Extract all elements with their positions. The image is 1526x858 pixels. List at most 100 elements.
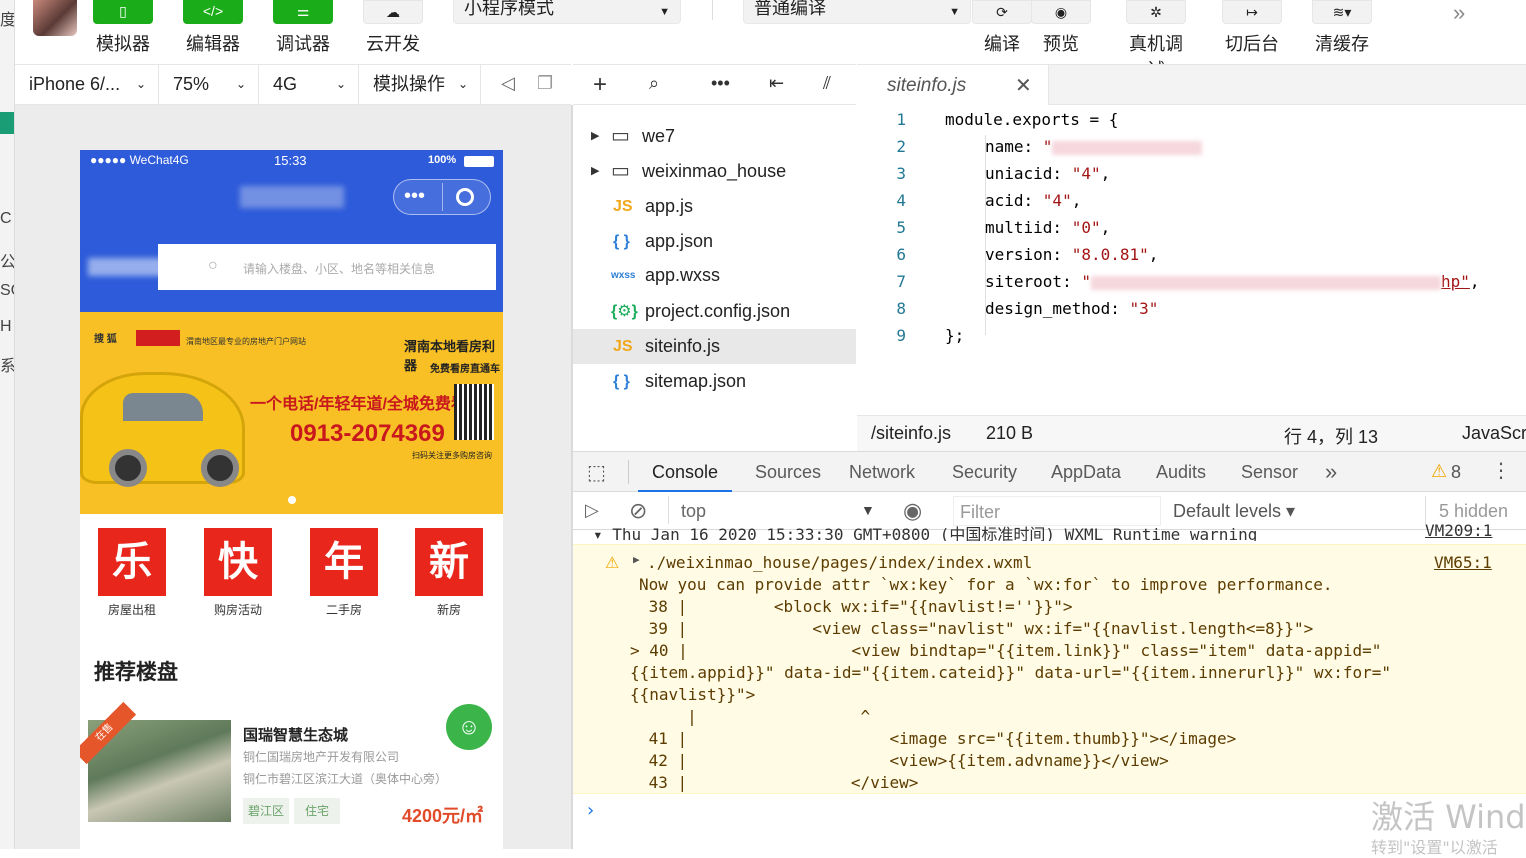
simulate-operation-select[interactable]: 模拟操作 ⌄ <box>359 65 481 104</box>
warning-count[interactable]: 8 <box>1451 462 1461 483</box>
line-number: 6 <box>896 245 906 264</box>
close-target-icon[interactable] <box>456 188 474 206</box>
compile-select-value: 普通编译 <box>754 0 826 18</box>
speaker-icon[interactable]: ◁ <box>501 73 515 94</box>
tree-folder[interactable]: ▶ ▭ we7 <box>573 119 856 154</box>
tab-audits[interactable]: Audits <box>1156 452 1206 492</box>
clear-cache-label: 清缓存 <box>1315 34 1369 54</box>
banner-carousel[interactable]: 搜 狐 渭南地区最专业的房地产门户网站 渭南本地看房利器 免费看房直通车 一个电… <box>80 312 503 514</box>
mode-select[interactable]: 小程序模式 ▼ <box>453 0 681 24</box>
close-icon[interactable]: ✕ <box>1015 73 1032 98</box>
search-input[interactable]: ○ 请输入楼盘、小区、地名等相关信息 <box>158 244 496 290</box>
code-string: "4" <box>1042 191 1072 210</box>
category-item[interactable]: 乐 房屋出租 <box>98 528 166 618</box>
compile-select[interactable]: 普通编译 ▼ <box>743 0 971 24</box>
collapse-panel-icon[interactable]: ⫽ <box>823 73 831 94</box>
tree-file[interactable]: { } sitemap.json <box>573 364 856 399</box>
category-label: 新房 <box>436 603 461 617</box>
sidebar-toggle-icon[interactable]: ▷ <box>585 500 599 521</box>
tree-label: sitemap.json <box>645 371 747 391</box>
zoom-select[interactable]: 75% ⌄ <box>159 65 259 104</box>
status-cursor-position[interactable]: 行 4，列 13 <box>1284 423 1378 449</box>
device-model-select[interactable]: iPhone 6/... ⌄ <box>15 65 159 104</box>
snippet-line: {{navlist}}"> <box>630 685 756 704</box>
kebab-menu-icon[interactable]: ⋮ <box>1491 458 1511 483</box>
preview-button[interactable]: ◉ 预览 <box>1026 0 1096 56</box>
log-levels-select[interactable]: Default levels ▾ <box>1173 501 1295 522</box>
code-key: multiid: <box>985 218 1072 237</box>
network-value: 4G <box>273 74 298 94</box>
clear-cache-button[interactable]: ≋▾ 清缓存 <box>1307 0 1377 56</box>
filter-divider <box>1425 496 1426 524</box>
more-dots-icon[interactable]: ••• <box>404 186 425 206</box>
debugger-button[interactable]: ⚌ 调试器 <box>268 0 338 56</box>
listing-company: 铜仁国瑞房地产开发有限公司 <box>243 750 400 764</box>
outdent-icon[interactable]: ⇤ <box>769 73 784 94</box>
tab-siteinfo[interactable]: siteinfo.js ✕ <box>857 65 1049 105</box>
clipped-text: Thu Jan 16 2020 15:33:30 GMT+0800 (中国标准时… <box>612 525 1258 541</box>
background-button[interactable]: ↦ 切后台 <box>1217 0 1287 56</box>
strip-text: SC <box>0 282 14 299</box>
background-label: 切后台 <box>1225 34 1279 54</box>
tree-file[interactable]: wxss app.wxss <box>573 258 856 293</box>
window-icon[interactable]: ❐ <box>537 73 553 94</box>
phone-nav-bar: ••• <box>80 172 503 222</box>
redacted-value <box>1090 275 1441 290</box>
focus-logo <box>136 330 180 346</box>
tree-folder[interactable]: ▶ ▭ weixinmao_house <box>573 154 856 189</box>
redacted-value <box>1052 140 1203 155</box>
inspect-cursor-icon[interactable]: ⬚ <box>587 460 606 485</box>
tree-file[interactable]: {⚙} project.config.json <box>573 294 856 329</box>
left-window-strip: 度 C 公 SC H 系 <box>0 0 15 849</box>
console-prompt-icon[interactable]: › <box>585 800 596 821</box>
user-avatar[interactable] <box>33 0 77 36</box>
editor-button[interactable]: </> 编辑器 <box>178 0 248 56</box>
category-label: 房屋出租 <box>107 603 156 617</box>
line-number: 5 <box>896 218 906 237</box>
expand-triangle-icon[interactable]: ▶ <box>633 553 640 566</box>
cloud-dev-button[interactable]: ☁ 云开发 <box>358 0 428 56</box>
tab-security[interactable]: Security <box>952 452 1017 492</box>
search-icon[interactable]: ⌕ <box>649 73 659 94</box>
chat-bubble-icon[interactable]: ☺ <box>446 704 492 750</box>
blurred-city[interactable] <box>88 258 164 276</box>
category-item[interactable]: 年 二手房 <box>310 528 378 618</box>
code-string: "8.0.81" <box>1071 245 1149 264</box>
district-tag: 碧江区 <box>243 798 289 824</box>
activation-watermark-sub: 转到"设置"以激活 <box>1371 838 1498 857</box>
more-icon[interactable]: ••• <box>711 73 730 94</box>
source-link[interactable]: VM65:1 <box>1434 553 1492 572</box>
code-string: " <box>1042 137 1053 156</box>
tab-sensor[interactable]: Sensor <box>1241 452 1298 492</box>
status-language[interactable]: JavaScr <box>1462 423 1526 444</box>
capsule-menu[interactable]: ••• <box>393 179 491 215</box>
source-link[interactable]: VM209:1 <box>1425 521 1492 540</box>
tab-sources[interactable]: Sources <box>755 452 821 492</box>
network-select[interactable]: 4G ⌄ <box>259 65 359 104</box>
warning-icon: ⚠ <box>605 553 620 572</box>
tree-file[interactable]: JS app.js <box>573 189 856 224</box>
line-number: 8 <box>896 299 906 318</box>
add-icon[interactable]: + <box>593 71 607 99</box>
simulator-button[interactable]: ▯ 模拟器 <box>88 0 158 56</box>
tree-file[interactable]: { } app.json <box>573 224 856 259</box>
listing-card[interactable]: 在售 国瑞智慧生态城 铜仁国瑞房地产开发有限公司 铜仁市碧江区滨江大道（奥体中心… <box>80 701 498 840</box>
js-file-icon: JS <box>613 198 633 215</box>
more-tabs-icon[interactable]: » <box>1325 452 1337 492</box>
tab-console[interactable]: Console <box>638 452 733 492</box>
category-label: 购房活动 <box>213 603 262 617</box>
tab-network[interactable]: Network <box>849 452 915 492</box>
snippet-line: 42 | <view>{{item.advname}}</view> <box>639 751 1169 770</box>
warning-icon: ⚠ <box>1431 461 1448 481</box>
filter-divider <box>668 496 669 524</box>
category-item[interactable]: 新 新房 <box>415 528 483 618</box>
tab-appdata[interactable]: AppData <box>1051 452 1121 492</box>
category-item[interactable]: 快 购房活动 <box>204 528 272 618</box>
config-file-icon: {⚙} <box>611 303 638 320</box>
tree-file-selected[interactable]: JS siteinfo.js <box>573 329 856 364</box>
code-editor[interactable]: 1 2 3 4 5 6 7 8 9 module.exports = { nam… <box>857 105 1526 415</box>
explorer-toolbar: + ⌕ ••• ⇤ ⫽ <box>573 64 856 105</box>
phone-icon: ▯ <box>93 0 153 24</box>
toolbar-overflow-icon[interactable]: » <box>1453 0 1465 26</box>
carousel-dot[interactable] <box>288 496 296 504</box>
